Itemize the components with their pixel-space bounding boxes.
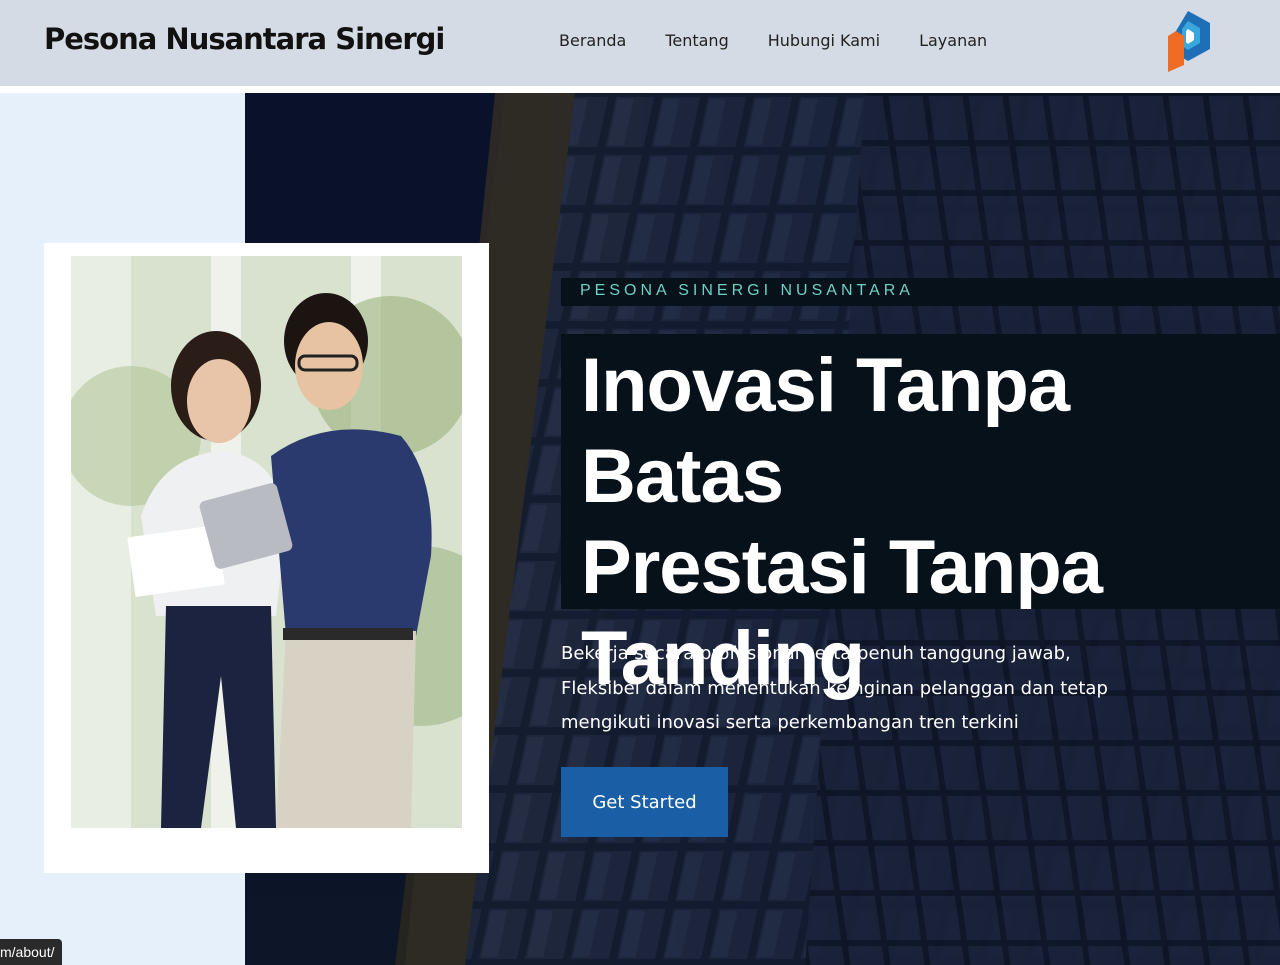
description-line: mengikuti inovasi serta perkembangan tre… bbox=[561, 712, 1019, 733]
headline-line: Inovasi Tanpa Batas bbox=[581, 343, 1070, 519]
photo-card bbox=[44, 243, 489, 873]
hero-eyebrow: PESONA SINERGI NUSANTARA bbox=[580, 282, 914, 299]
nav-item-tentang[interactable]: Tentang bbox=[665, 31, 728, 50]
headline-box: Inovasi Tanpa Batas Prestasi Tanpa Tandi… bbox=[561, 334, 1280, 701]
hero-description: Bekerja secara profesional serta penuh t… bbox=[561, 637, 1201, 741]
get-started-button[interactable]: Get Started bbox=[561, 767, 728, 837]
status-bar-url: m/about/ bbox=[0, 939, 63, 965]
business-people-photo bbox=[71, 256, 462, 828]
site-header: Pesona Nusantara Sinergi Beranda Tentang… bbox=[0, 0, 1280, 86]
nav-item-layanan[interactable]: Layanan bbox=[919, 31, 987, 50]
hero-section: PESONA SINERGI NUSANTARA Inovasi Tanpa B… bbox=[0, 93, 1280, 965]
description-line: Bekerja secara profesional serta penuh t… bbox=[561, 643, 1071, 664]
description-line: Fleksibel dalam menentukan keinginan pel… bbox=[561, 677, 1108, 699]
nav-item-beranda[interactable]: Beranda bbox=[559, 31, 626, 50]
eyebrow-box: PESONA SINERGI NUSANTARA bbox=[561, 278, 1280, 306]
nav-item-hubungi-kami[interactable]: Hubungi Kami bbox=[768, 31, 880, 50]
headline-line: Prestasi Tanpa bbox=[581, 525, 1103, 610]
ps-logo-icon[interactable] bbox=[1164, 9, 1212, 73]
main-nav: Beranda Tentang Hubungi Kami Layanan bbox=[559, 31, 987, 50]
brand-title[interactable]: Pesona Nusantara Sinergi bbox=[44, 22, 445, 56]
